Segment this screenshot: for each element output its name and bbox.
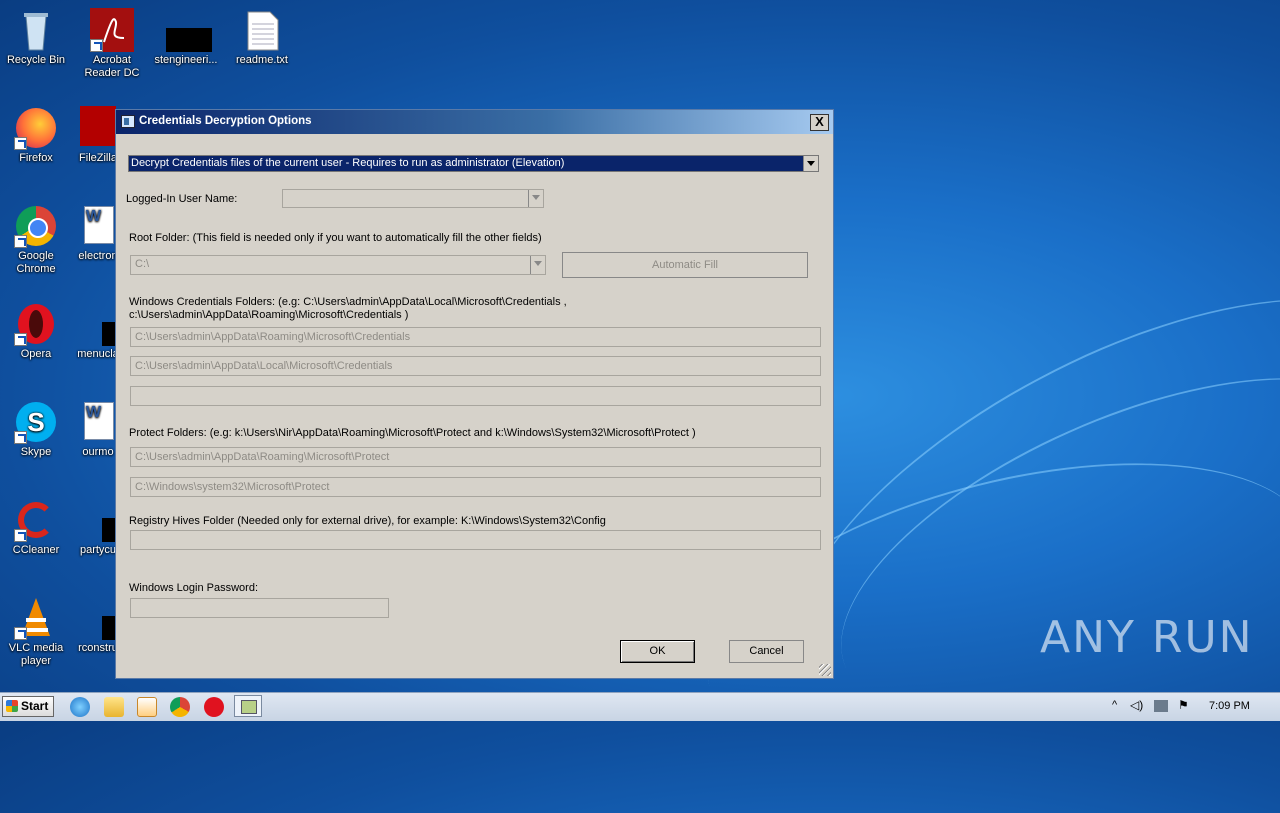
chrome-icon <box>14 204 58 248</box>
root-folder-value: C:\ <box>135 258 150 270</box>
credentials-folder-field-2[interactable]: C:\Users\admin\AppData\Local\Microsoft\C… <box>130 356 821 376</box>
credentials-folder-field-1[interactable]: C:\Users\admin\AppData\Roaming\Microsoft… <box>130 327 821 347</box>
windows-login-password-field[interactable] <box>130 598 389 618</box>
filezilla-icon <box>76 106 120 150</box>
decryption-mode-select[interactable]: Decrypt Credentials files of the current… <box>128 155 819 172</box>
decryption-mode-value: Decrypt Credentials files of the current… <box>131 157 565 169</box>
black-file-icon <box>164 8 212 52</box>
show-hidden-icons-icon[interactable]: ^ <box>1112 699 1117 711</box>
network-icon[interactable] <box>1154 700 1168 712</box>
windows-credentials-label-line2: c:\Users\admin\AppData\Roaming\Microsoft… <box>129 309 409 321</box>
windows-login-password-label: Windows Login Password: <box>129 582 259 594</box>
dialog-title: Credentials Decryption Options <box>139 115 312 127</box>
windows-credentials-label-line1: Windows Credentials Folders: (e.g: C:\Us… <box>129 296 567 308</box>
clock[interactable]: 7:09 PM <box>1209 700 1250 712</box>
credentials-folder-field-3[interactable] <box>130 386 821 406</box>
shortcut-arrow-icon <box>90 39 103 52</box>
firefox-icon <box>14 106 58 150</box>
credentials-app-taskbar-button[interactable] <box>234 695 262 717</box>
media-player-icon[interactable] <box>137 697 157 717</box>
chevron-down-icon[interactable] <box>803 156 818 171</box>
black-file-icon <box>76 498 132 542</box>
protect-folder-field-1[interactable]: C:\Users\admin\AppData\Roaming\Microsoft… <box>130 447 821 467</box>
desktop-icon-acrobat[interactable]: Acrobat Reader DC <box>76 8 148 80</box>
logged-in-user-label: Logged-In User Name: <box>126 193 238 205</box>
opera-icon <box>14 302 58 346</box>
shortcut-arrow-icon <box>14 627 27 640</box>
shortcut-arrow-icon <box>14 529 27 542</box>
credentials-decryption-dialog: Credentials Decryption Options X Decrypt… <box>115 109 834 679</box>
protect-folder-field-2[interactable]: C:\Windows\system32\Microsoft\Protect <box>130 477 821 497</box>
vlc-icon <box>14 596 58 640</box>
internet-explorer-icon[interactable] <box>70 697 90 717</box>
registry-hives-label: Registry Hives Folder (Needed only for e… <box>129 515 606 527</box>
volume-icon[interactable]: ◁) <box>1130 698 1143 712</box>
file-explorer-icon[interactable] <box>104 697 124 717</box>
anyrun-watermark: ANY RUN <box>1040 612 1254 663</box>
shortcut-arrow-icon <box>14 235 27 248</box>
skype-icon: S <box>14 400 58 444</box>
taskbar: Start ^ ◁) ⚑ 7:09 PM <box>0 692 1280 721</box>
ok-button[interactable]: OK <box>620 640 695 663</box>
opera-taskbar-icon[interactable] <box>204 697 224 717</box>
shortcut-arrow-icon <box>14 431 27 444</box>
chrome-taskbar-icon[interactable] <box>170 697 190 717</box>
protect-folders-label: Protect Folders: (e.g: k:\Users\Nir\AppD… <box>129 427 696 439</box>
shortcut-arrow-icon <box>14 333 27 346</box>
black-file-icon <box>76 596 132 640</box>
logged-in-user-select[interactable] <box>282 189 544 208</box>
shortcut-arrow-icon <box>14 137 27 150</box>
desktop-icon-readme[interactable]: readme.txt <box>226 8 298 67</box>
root-folder-select[interactable]: C:\ <box>130 255 546 275</box>
recycle-bin-icon <box>14 8 58 52</box>
start-button[interactable]: Start <box>2 696 54 717</box>
app-icon <box>241 700 257 714</box>
resize-grip-icon[interactable] <box>819 664 831 676</box>
chevron-down-icon[interactable] <box>528 190 543 207</box>
desktop-icon-stengineering[interactable]: stengineeri... <box>150 8 222 67</box>
cancel-button[interactable]: Cancel <box>729 640 804 663</box>
word-doc-icon: W <box>76 204 120 248</box>
automatic-fill-button[interactable]: Automatic Fill <box>562 252 808 278</box>
dialog-titlebar[interactable]: Credentials Decryption Options X <box>116 110 833 134</box>
word-doc-icon: W <box>76 400 120 444</box>
ccleaner-icon <box>14 498 58 542</box>
black-file-icon <box>76 302 132 346</box>
desktop-icon-recycle-bin[interactable]: Recycle Bin <box>0 8 72 67</box>
app-icon <box>121 115 135 128</box>
action-center-flag-icon[interactable]: ⚑ <box>1178 698 1189 712</box>
close-button[interactable]: X <box>810 114 829 131</box>
registry-hives-field[interactable] <box>130 530 821 550</box>
acrobat-icon <box>90 8 134 52</box>
text-file-icon <box>240 8 284 52</box>
chevron-down-icon[interactable] <box>530 256 545 274</box>
windows-logo-icon <box>6 700 18 712</box>
root-folder-label: Root Folder: (This field is needed only … <box>129 232 542 244</box>
